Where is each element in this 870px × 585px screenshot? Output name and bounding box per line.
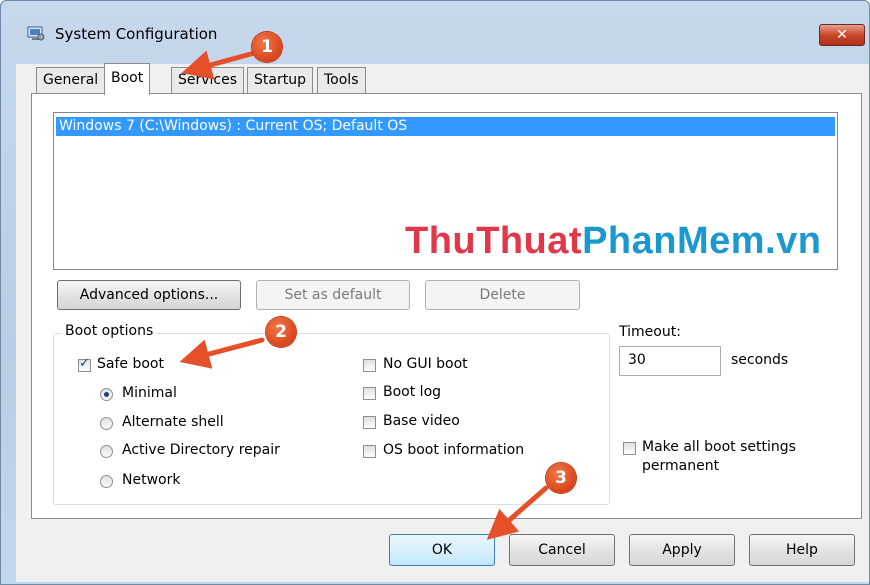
tab-services[interactable]: Services [171,67,245,93]
os-list-item-selected[interactable]: Windows 7 (C:\Windows) : Current OS; Def… [56,117,835,136]
os-boot-information-label[interactable]: OS boot information [383,442,524,458]
base-video-checkbox[interactable] [363,416,376,429]
ok-button[interactable]: OK [389,534,495,566]
timeout-input[interactable]: 30 [619,346,721,376]
step-2-badge: 2 [266,317,296,347]
network-label[interactable]: Network [122,472,180,488]
tab-startup[interactable]: Startup [247,67,313,93]
boot-log-label[interactable]: Boot log [383,384,441,400]
timeout-label: Timeout: [619,324,681,340]
advanced-options-button[interactable]: Advanced options... [57,280,241,310]
boot-log-checkbox[interactable] [363,387,376,400]
apply-button[interactable]: Apply [629,534,735,566]
watermark: ThuThuatPhanMem.vn [405,220,821,263]
alternate-shell-label[interactable]: Alternate shell [122,414,224,430]
watermark-part1: ThuThuat [405,220,583,262]
active-directory-repair-radio[interactable] [100,445,113,458]
delete-button[interactable]: Delete [425,280,580,310]
step-1-badge: 1 [252,32,282,62]
timeout-unit-label: seconds [731,352,789,368]
tab-general[interactable]: General [36,67,106,93]
safe-boot-label[interactable]: Safe boot [97,356,164,372]
alternate-shell-radio[interactable] [100,417,113,430]
make-permanent-label-line1[interactable]: Make all boot settings [642,439,796,455]
watermark-part2: PhanMem.vn [582,220,822,262]
window-title: System Configuration [55,25,218,43]
no-gui-boot-label[interactable]: No GUI boot [383,356,468,372]
step-3-badge: 3 [546,463,576,493]
help-button[interactable]: Help [749,534,855,566]
set-as-default-button[interactable]: Set as default [256,280,410,310]
safe-boot-checkbox[interactable] [78,356,91,372]
make-permanent-checkbox[interactable] [623,442,636,455]
tab-tools[interactable]: Tools [317,67,366,93]
make-permanent-label-line2[interactable]: permanent [642,458,719,474]
network-radio[interactable] [100,475,113,488]
msconfig-app-icon [27,26,45,41]
no-gui-boot-checkbox[interactable] [363,359,376,372]
active-directory-repair-label[interactable]: Active Directory repair [122,442,280,458]
tab-boot[interactable]: Boot [104,63,151,95]
close-button[interactable]: ✕ [819,24,865,46]
minimal-label[interactable]: Minimal [122,385,177,401]
boot-options-label: Boot options [62,323,157,339]
os-boot-information-checkbox[interactable] [363,445,376,458]
minimal-radio[interactable] [100,388,113,401]
close-icon: ✕ [836,27,848,43]
cancel-button[interactable]: Cancel [509,534,615,566]
base-video-label[interactable]: Base video [383,413,460,429]
